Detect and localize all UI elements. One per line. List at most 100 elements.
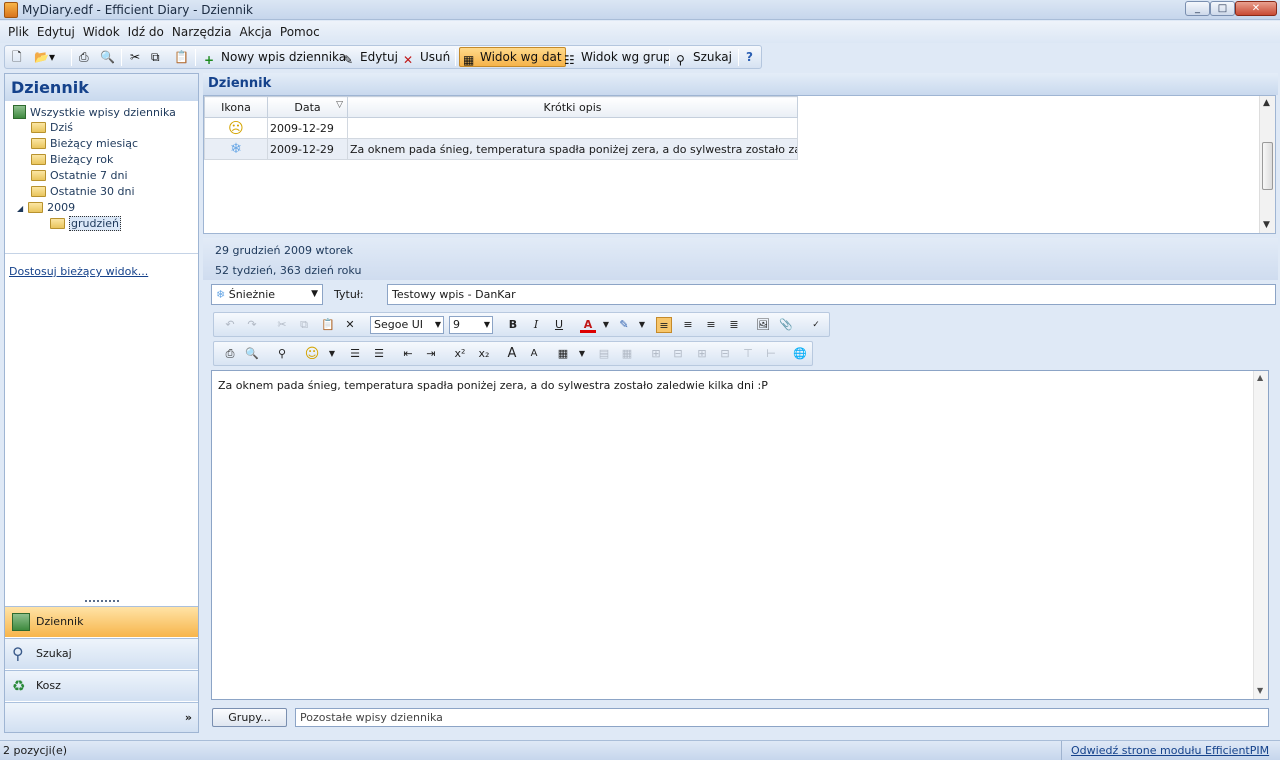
insert-row-icon[interactable]: ⊞ [648, 346, 664, 362]
maximize-button[interactable]: □ [1210, 1, 1235, 16]
search-button[interactable]: ⚲ Szukaj [673, 47, 735, 67]
menu-goto[interactable]: Idź do [124, 21, 168, 41]
open-folder-icon[interactable]: 📂▾ [31, 47, 58, 67]
chevron-down-icon[interactable]: ▼ [324, 346, 340, 362]
view-by-group-button[interactable]: ☷ Widok wg grup [561, 47, 674, 67]
tree-item-current-month[interactable]: Bieżący miesiąc [31, 137, 138, 150]
minimize-button[interactable]: _ [1185, 1, 1210, 16]
align-right-icon[interactable]: ≡ [703, 317, 719, 333]
menu-action[interactable]: Akcja [235, 21, 275, 41]
decrease-indent-icon[interactable]: ⇤ [400, 346, 416, 362]
font-size-select[interactable]: 9 ▼ [449, 316, 493, 334]
tree-item-december[interactable]: grudzień [50, 216, 122, 231]
grid-scrollbar[interactable]: ▲ ▼ [1259, 96, 1275, 233]
table-cells-icon[interactable]: ▦ [619, 346, 635, 362]
nav-diary-button[interactable]: Dziennik [5, 606, 198, 637]
print-icon[interactable]: ⎙ [76, 47, 92, 67]
align-left-icon[interactable]: ≡ [656, 317, 672, 333]
column-header-description[interactable]: Krótki opis [347, 96, 798, 118]
tree-item-last-30-days[interactable]: Ostatnie 30 dni [31, 185, 135, 198]
font-color-icon[interactable]: A [580, 317, 596, 333]
tree-item-today[interactable]: Dziś [31, 121, 73, 134]
insert-column-icon[interactable]: ⊞ [694, 346, 710, 362]
spellcheck-icon[interactable]: ✓ [808, 317, 824, 333]
scroll-down-icon[interactable]: ▼ [1263, 220, 1270, 230]
menu-view[interactable]: Widok [79, 21, 124, 41]
menu-file[interactable]: Plik [4, 21, 33, 41]
mood-select[interactable]: ❄ Śnieżnie ▼ [211, 284, 323, 305]
nav-search-button[interactable]: ⚲ Szukaj [5, 638, 198, 669]
expand-triangle-icon[interactable]: ◢ [17, 204, 23, 213]
merge-cell-icon[interactable]: ⊢ [763, 346, 779, 362]
table-row[interactable]: ☹ 2009-12-29 [204, 117, 798, 139]
menu-tools[interactable]: Narzędzia [168, 21, 236, 41]
subscript-icon[interactable]: x₂ [476, 346, 492, 362]
tree-item-2009[interactable]: ◢ 2009 [17, 201, 75, 214]
bold-icon[interactable]: B [505, 317, 521, 333]
column-header-date[interactable]: Data ▽ [267, 96, 348, 118]
find-icon[interactable]: ⚲ [274, 346, 290, 362]
delete-button[interactable]: ✕ Usuń [400, 47, 453, 67]
print-preview-icon[interactable]: 🔍 [97, 47, 118, 67]
increase-indent-icon[interactable]: ⇥ [423, 346, 439, 362]
nav-more-chevron-icon[interactable]: » [5, 702, 198, 732]
cut-icon[interactable]: ✂ [274, 317, 290, 333]
groups-field[interactable]: Pozostałe wpisy dziennika [295, 708, 1269, 727]
italic-icon[interactable]: I [528, 317, 544, 333]
efficientpim-link[interactable]: Odwiedź strone modułu EfficientPIM [1071, 744, 1269, 757]
new-file-icon[interactable]: 🗋 [9, 47, 25, 67]
copy-icon[interactable]: ⧉ [148, 47, 163, 67]
tree-item-all-entries[interactable]: Wszystkie wpisy dziennika [13, 105, 176, 119]
grow-font-icon[interactable]: A [504, 346, 520, 362]
paste-icon[interactable]: 📋 [171, 47, 192, 67]
insert-image-icon[interactable]: 🖼 [755, 317, 771, 333]
delete-row-icon[interactable]: ⊟ [670, 346, 686, 362]
table-icon[interactable]: ▦ [555, 346, 571, 362]
bullet-list-icon[interactable]: ☰ [347, 346, 363, 362]
tree-item-current-year[interactable]: Bieżący rok [31, 153, 113, 166]
print-preview-icon[interactable]: 🔍 [244, 346, 260, 362]
edit-button[interactable]: ✎ Edytuj [340, 47, 401, 67]
align-center-icon[interactable]: ≡ [680, 317, 696, 333]
underline-icon[interactable]: U [551, 317, 567, 333]
close-button[interactable]: ✕ [1235, 1, 1277, 16]
shrink-font-icon[interactable]: A [526, 346, 542, 362]
groups-button[interactable]: Grupy... [212, 708, 287, 727]
column-header-icon[interactable]: Ikona [204, 96, 268, 118]
scroll-thumb[interactable] [1262, 142, 1273, 190]
menu-edit[interactable]: Edytuj [33, 21, 79, 41]
highlight-icon[interactable]: ✎ [616, 317, 632, 333]
paste-icon[interactable]: 📋 [320, 317, 336, 333]
print-icon[interactable]: ⎙ [222, 346, 238, 362]
view-by-date-button[interactable]: ▦ Widok wg dat [459, 47, 566, 67]
help-icon[interactable]: ? [743, 47, 756, 67]
nav-trash-button[interactable]: ♻ Kosz [5, 670, 198, 701]
chevron-down-icon[interactable]: ▼ [634, 317, 650, 333]
split-cell-icon[interactable]: ⊤ [740, 346, 756, 362]
table-row[interactable]: ❄ 2009-12-29 Za oknem pada śnieg, temper… [204, 138, 798, 160]
copy-icon[interactable]: ⧉ [296, 317, 312, 333]
scroll-down-icon[interactable]: ▼ [1257, 686, 1263, 695]
cut-icon[interactable]: ✂ [127, 47, 143, 67]
body-scrollbar[interactable]: ▲ ▼ [1253, 371, 1268, 699]
customize-view-link[interactable]: Dostosuj bieżący widok... [9, 265, 148, 278]
superscript-icon[interactable]: x² [452, 346, 468, 362]
entry-body-editor[interactable]: Za oknem pada śnieg, temperatura spadła … [211, 370, 1269, 700]
menu-help[interactable]: Pomoc [276, 21, 324, 41]
font-family-select[interactable]: Segoe UI ▼ [370, 316, 444, 334]
table-props-icon[interactable]: ▤ [596, 346, 612, 362]
chevron-down-icon[interactable]: ▼ [574, 346, 590, 362]
emoticon-icon[interactable]: ☺ [304, 346, 320, 362]
link-icon[interactable]: 🌐 [792, 346, 808, 362]
scroll-up-icon[interactable]: ▲ [1257, 373, 1263, 382]
clear-format-icon[interactable]: ✕ [342, 317, 358, 333]
splitter-grip[interactable] [85, 600, 119, 603]
title-input[interactable]: Testowy wpis - DanKar [387, 284, 1276, 305]
redo-icon[interactable]: ↷ [244, 317, 260, 333]
tree-item-last-7-days[interactable]: Ostatnie 7 dni [31, 169, 128, 182]
align-justify-icon[interactable]: ≣ [726, 317, 742, 333]
numbered-list-icon[interactable]: ☰ [371, 346, 387, 362]
attachment-icon[interactable]: 📎 [778, 317, 794, 333]
delete-column-icon[interactable]: ⊟ [717, 346, 733, 362]
undo-icon[interactable]: ↶ [222, 317, 238, 333]
